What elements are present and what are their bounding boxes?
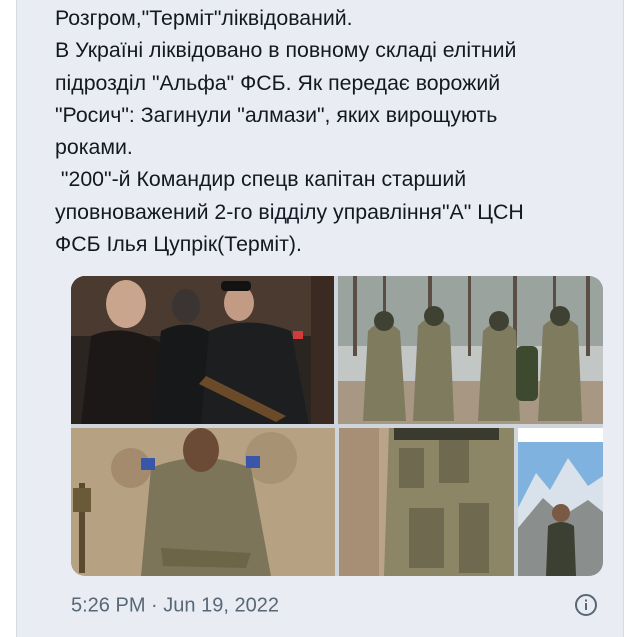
tweet-card: Розгром,"Терміт"ліквідований. В Україні … — [16, 0, 624, 637]
photo-soldiers-forest[interactable] — [338, 276, 603, 424]
tweet-text-line: Розгром,"Терміт"ліквідований. — [55, 6, 353, 30]
tweet-time[interactable]: 5:26 PM — [71, 595, 145, 617]
photo-mountain-portrait[interactable] — [518, 428, 603, 576]
tweet-text: Розгром,"Терміт"ліквідований. В Україні … — [55, 2, 615, 260]
meta-separator: · — [151, 594, 158, 617]
tweet-text-line: роками. — [55, 135, 133, 160]
tweet-text-line: уповноважений 2-го відділу управління"А"… — [55, 199, 524, 224]
tweet-text-line: підрозділ "Альфа" ФСБ. Як передає ворожи… — [55, 70, 501, 95]
tweet-meta: 5:26 PM · Jun 19, 2022 — [71, 592, 279, 619]
tweet-text-line: "200"-й Командир спецв капітан старший — [55, 167, 467, 192]
tweet-text-line: "Росич": Загинули "алмази", яких вирощую… — [55, 102, 498, 127]
tweet-text-line: В Україні ліквідовано в повному складі е… — [55, 38, 517, 63]
media-grid[interactable] — [71, 276, 603, 576]
photo-soldiers-closeup[interactable] — [339, 428, 514, 576]
photo-soldier-sitting[interactable] — [71, 428, 335, 576]
tweet-text-line: ФСБ Ілья Цупрік(Терміт). — [55, 232, 302, 257]
tweet-date[interactable]: Jun 19, 2022 — [163, 595, 279, 617]
photo-ceremony[interactable] — [71, 276, 334, 424]
info-icon[interactable] — [574, 593, 598, 617]
